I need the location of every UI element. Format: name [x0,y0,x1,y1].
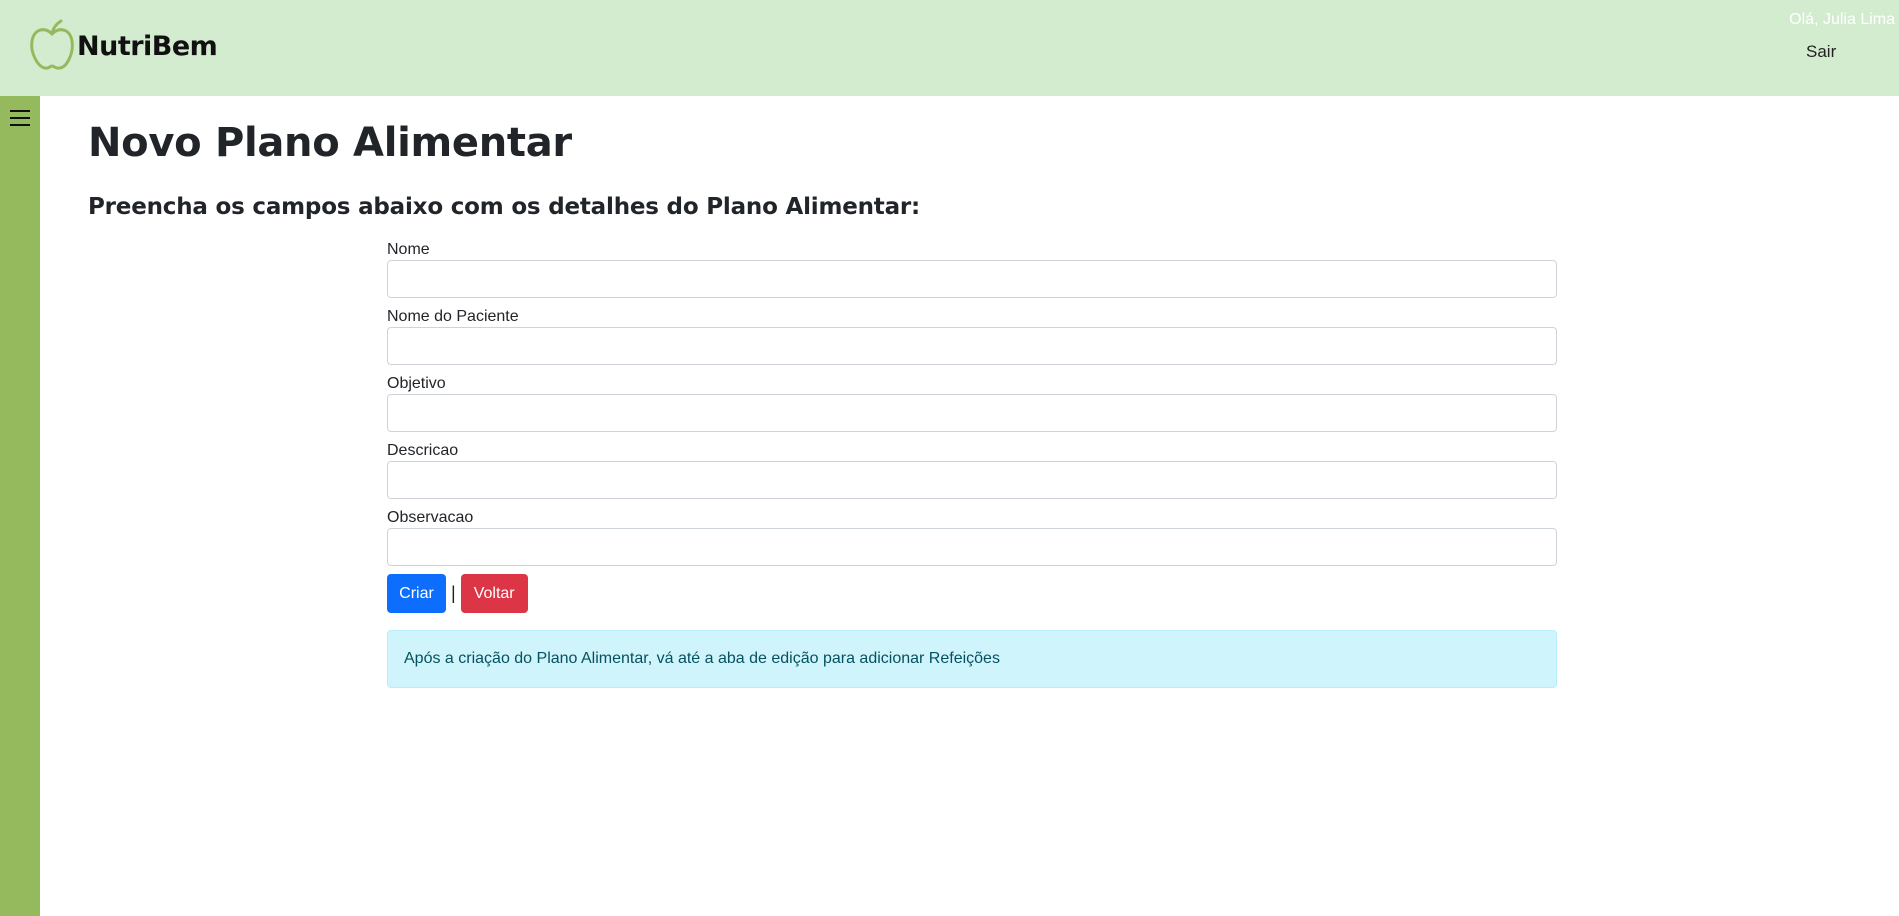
form-actions: Criar | Voltar [387,574,1557,613]
menu-line [10,124,30,126]
description-input[interactable] [387,461,1557,499]
hamburger-menu-icon[interactable] [10,110,30,128]
field-observacao: Observacao [387,508,1557,566]
meal-plan-form: Nome Nome do Paciente Objetivo Descricao… [387,240,1557,688]
button-separator: | [451,583,456,603]
field-label: Objetivo [387,375,446,392]
field-objetivo: Objetivo [387,374,1557,432]
sidebar [0,96,40,916]
menu-line [10,110,30,112]
objective-input[interactable] [387,394,1557,432]
page-title: Novo Plano Alimentar [88,120,572,166]
menu-line [10,117,30,119]
nome-input[interactable] [387,260,1557,298]
field-label: Observacao [387,509,474,526]
logout-link[interactable]: Sair [1806,42,1836,62]
info-alert: Após a criação do Plano Alimentar, vá at… [387,630,1557,688]
user-greeting: Olá, Julia Lima [1789,11,1895,28]
field-label: Nome do Paciente [387,308,519,325]
patient-name-input[interactable] [387,327,1557,365]
create-button[interactable]: Criar [387,574,446,613]
field-nome: Nome [387,240,1557,298]
field-descricao: Descricao [387,441,1557,499]
page-subtitle: Preencha os campos abaixo com os detalhe… [88,194,921,220]
back-button[interactable]: Voltar [460,574,528,613]
field-nome-paciente: Nome do Paciente [387,307,1557,365]
apple-icon [28,17,76,76]
top-navbar: NutriBem Olá, Julia Lima Sair [0,0,1899,96]
field-label: Nome [387,241,430,258]
observation-input[interactable] [387,528,1557,566]
field-label: Descricao [387,442,459,459]
brand-logo[interactable]: NutriBem [28,17,218,76]
brand-name: NutriBem [77,30,218,62]
